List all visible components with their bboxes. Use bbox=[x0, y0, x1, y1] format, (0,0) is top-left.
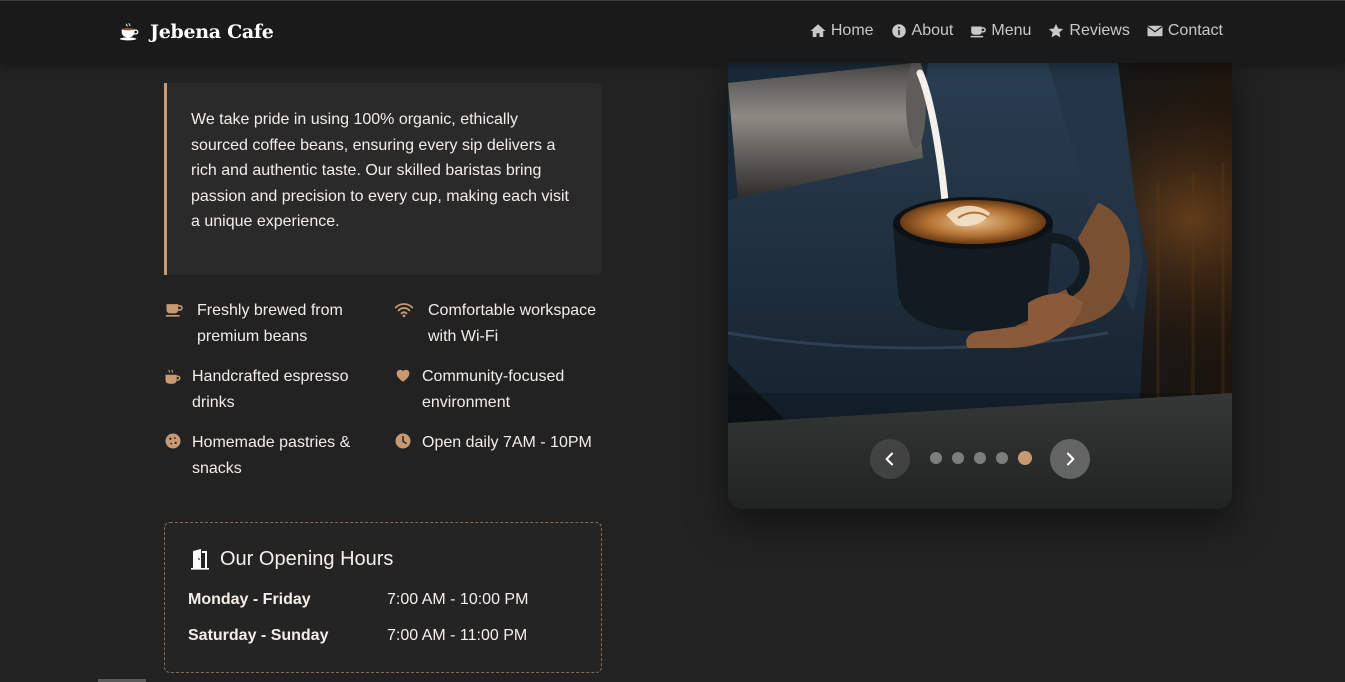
feature-item: Handcrafted espresso drinks bbox=[164, 364, 374, 415]
about-quote-text: We take pride in using 100% organic, eth… bbox=[191, 111, 569, 230]
slider-dot[interactable] bbox=[974, 452, 986, 464]
nav-menu[interactable]: Menu bbox=[969, 22, 1031, 40]
image-slider bbox=[728, 63, 1232, 509]
coffee-mug-icon bbox=[970, 26, 987, 38]
feature-text: Freshly brewed from premium beans bbox=[197, 302, 343, 345]
chevron-left-icon bbox=[885, 452, 894, 466]
slider-prev-button[interactable] bbox=[870, 439, 910, 479]
cookie-icon bbox=[165, 433, 181, 449]
feature-item: Comfortable workspace with Wi-Fi bbox=[394, 298, 604, 349]
feature-item: Community-focused environment bbox=[394, 364, 604, 415]
clock-icon bbox=[395, 433, 411, 449]
wifi-icon bbox=[394, 303, 414, 318]
nav-contact[interactable]: Contact bbox=[1146, 22, 1223, 40]
opening-hours-card: Our Opening Hours Monday - Friday 7:00 A… bbox=[164, 522, 602, 673]
slider-dot[interactable] bbox=[930, 452, 942, 464]
feature-text: Handcrafted espresso drinks bbox=[192, 368, 349, 411]
opening-hours-heading: Our Opening Hours bbox=[188, 547, 578, 571]
nav-about-label: About bbox=[911, 22, 954, 39]
nav-reviews[interactable]: Reviews bbox=[1047, 22, 1130, 40]
hours-time: 7:00 AM - 10:00 PM bbox=[387, 591, 529, 608]
hours-time: 7:00 AM - 11:00 PM bbox=[387, 627, 528, 644]
chevron-right-icon bbox=[1066, 452, 1075, 466]
navbar: Jebena Cafe Home About Menu Reviews Cont… bbox=[0, 0, 1345, 63]
hours-day: Saturday - Sunday bbox=[188, 627, 329, 644]
nav-contact-label: Contact bbox=[1167, 22, 1223, 39]
envelope-icon bbox=[1147, 25, 1163, 37]
barista-pouring-latte-image bbox=[728, 63, 1232, 509]
home-icon bbox=[810, 24, 826, 37]
feature-text: Homemade pastries & snacks bbox=[192, 434, 351, 477]
info-icon bbox=[891, 24, 906, 38]
feature-item: Freshly brewed from premium beans bbox=[164, 298, 364, 349]
opening-hours-title: Our Opening Hours bbox=[220, 547, 394, 570]
hot-cup-icon bbox=[165, 369, 181, 384]
slider-dots bbox=[930, 451, 1032, 465]
slider-dot-active[interactable] bbox=[1018, 451, 1032, 465]
slider-dot[interactable] bbox=[996, 452, 1008, 464]
feature-item: Open daily 7AM - 10PM bbox=[394, 430, 604, 456]
feature-text: Community-focused environment bbox=[422, 368, 565, 411]
heart-icon bbox=[396, 369, 410, 382]
nav-home-label: Home bbox=[830, 22, 874, 39]
hours-day: Monday - Friday bbox=[188, 591, 311, 608]
brand[interactable]: Jebena Cafe bbox=[118, 21, 274, 43]
nav-reviews-label: Reviews bbox=[1069, 22, 1130, 39]
brand-name: Jebena Cafe bbox=[150, 21, 274, 43]
nav-home[interactable]: Home bbox=[809, 22, 874, 40]
nav-menu-label: Menu bbox=[991, 22, 1032, 39]
star-icon bbox=[1049, 23, 1064, 38]
main-nav: Home About Menu Reviews Contact bbox=[809, 22, 1223, 40]
feature-text: Comfortable workspace with Wi-Fi bbox=[428, 302, 597, 345]
slider-next-button[interactable] bbox=[1050, 439, 1090, 479]
coffee-mug-icon bbox=[165, 304, 183, 317]
coffee-cup-icon bbox=[119, 23, 139, 41]
nav-about[interactable]: About bbox=[890, 22, 954, 40]
feature-item: Homemade pastries & snacks bbox=[164, 430, 374, 481]
door-open-icon bbox=[191, 549, 209, 570]
about-quote: We take pride in using 100% organic, eth… bbox=[164, 83, 602, 275]
slider-dot[interactable] bbox=[952, 452, 964, 464]
feature-text: Open daily 7AM - 10PM bbox=[422, 434, 592, 451]
